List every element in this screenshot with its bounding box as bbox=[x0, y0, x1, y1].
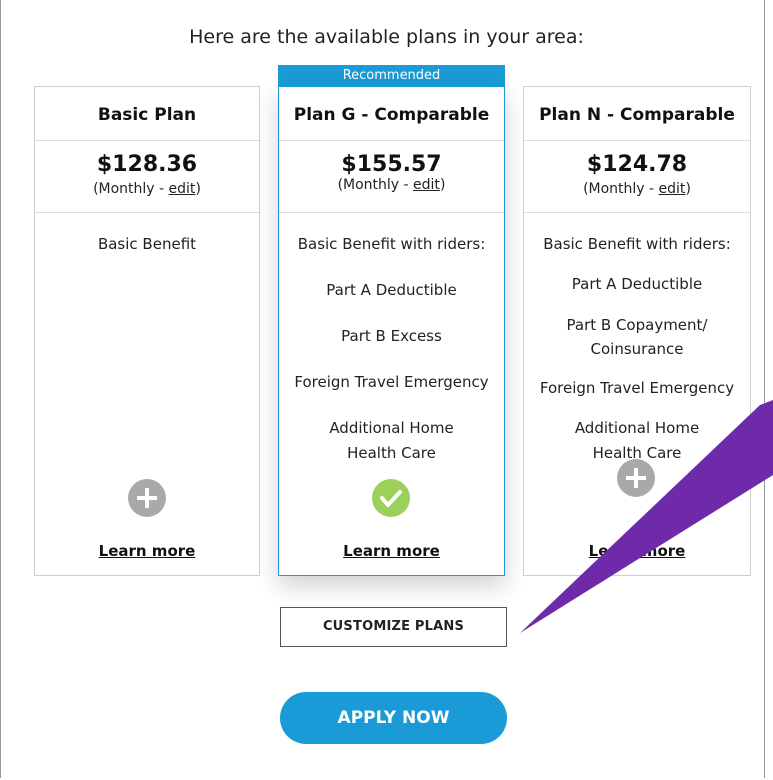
pointer-arrow-icon bbox=[520, 400, 773, 633]
